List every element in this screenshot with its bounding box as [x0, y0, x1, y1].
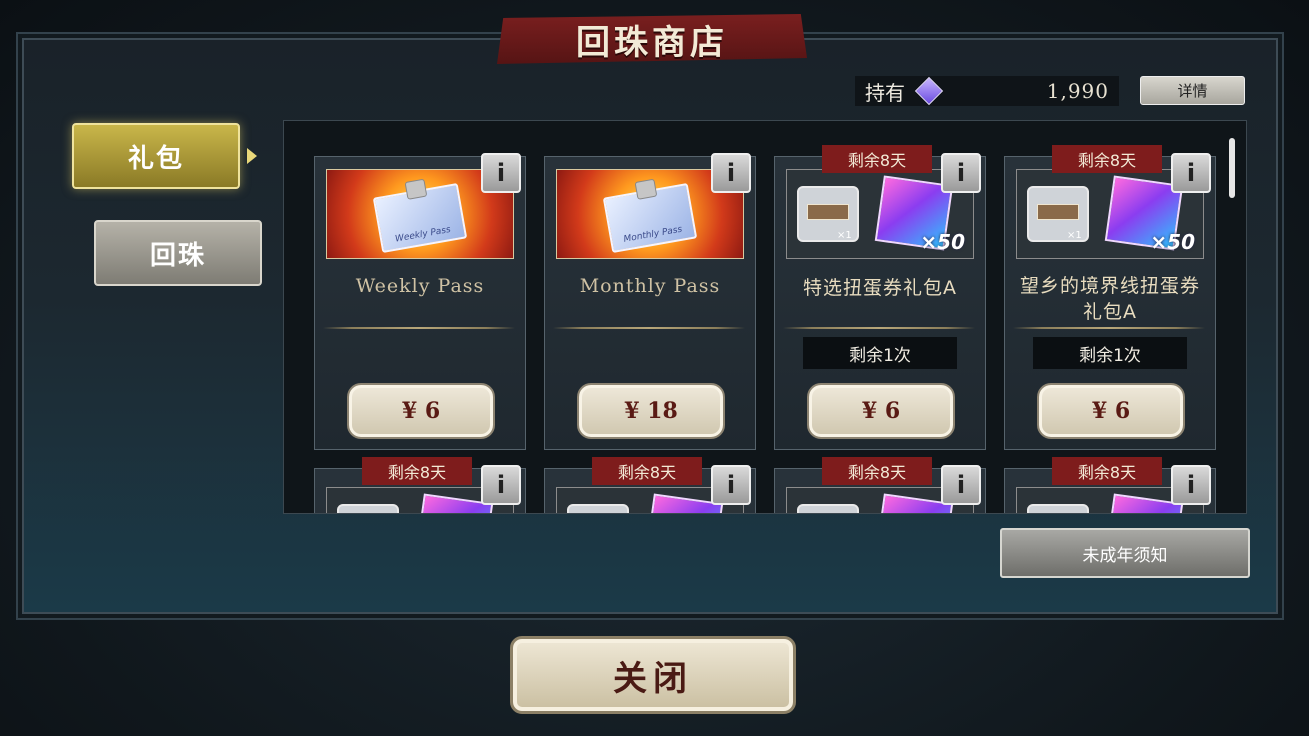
- gacha-ticket-icon: [337, 504, 399, 513]
- product-card-weekly[interactable]: Weekly Pass i Weekly Pass ¥ 6: [314, 153, 526, 450]
- gacha-ticket-icon: [797, 504, 859, 513]
- purchase-limit: 剩余1次: [803, 337, 957, 369]
- info-button[interactable]: i: [1171, 465, 1211, 505]
- info-button[interactable]: i: [941, 153, 981, 193]
- currency-holdings: 持有 1,990: [855, 76, 1119, 106]
- close-button[interactable]: 关闭: [510, 636, 796, 714]
- product-title: 望乡的境界线扭蛋券 礼包A: [1005, 273, 1215, 325]
- info-button[interactable]: i: [481, 465, 521, 505]
- time-remaining-badge: 剩余8天: [822, 457, 932, 485]
- gacha-ticket-icon: [1027, 504, 1089, 513]
- grid-scrollbar[interactable]: [1229, 138, 1235, 198]
- info-button[interactable]: i: [941, 465, 981, 505]
- product-card[interactable]: 剩余8天 i: [314, 457, 526, 513]
- product-title-line1: 望乡的境界线扭蛋券: [1019, 275, 1200, 297]
- info-button[interactable]: i: [1171, 153, 1211, 193]
- gacha-ticket-icon: [567, 504, 629, 513]
- product-card-gacha-b[interactable]: ×1 ×50 剩余8天 i 望乡的境界线扭蛋券 礼包A 剩余1次 ¥ 6: [1004, 145, 1216, 450]
- product-title-line2: 礼包A: [1083, 301, 1137, 323]
- holdings-amount: 1,990: [1046, 79, 1109, 103]
- price-button[interactable]: ¥ 6: [1037, 383, 1185, 439]
- product-card-monthly[interactable]: Monthly Pass i Monthly Pass ¥ 18: [544, 153, 756, 450]
- pass-ticket-text: Weekly Pass: [394, 224, 452, 245]
- product-card-gacha-a[interactable]: ×1 ×50 剩余8天 i 特选扭蛋券礼包A 剩余1次 ¥ 6: [774, 145, 986, 450]
- holdings-label: 持有: [865, 80, 905, 105]
- pass-ticket-icon: Weekly Pass: [372, 178, 468, 254]
- active-tab-arrow-icon: [247, 148, 257, 164]
- gem-icon: [914, 76, 944, 106]
- product-card[interactable]: 剩余8天 i: [544, 457, 756, 513]
- pass-ticket-icon: Monthly Pass: [602, 178, 698, 254]
- product-grid[interactable]: Weekly Pass i Weekly Pass ¥ 6 Monthly Pa…: [283, 120, 1247, 514]
- cube-quantity: ×50: [920, 230, 965, 254]
- divider: [323, 327, 515, 329]
- price-button[interactable]: ¥ 18: [577, 383, 725, 439]
- time-remaining-badge: 剩余8天: [1052, 145, 1162, 173]
- cube-quantity: ×50: [1150, 230, 1195, 254]
- product-title: Weekly Pass: [355, 275, 485, 297]
- minor-notice-button[interactable]: 未成年须知: [1000, 528, 1250, 578]
- divider: [1013, 327, 1205, 329]
- product-title: Monthly Pass: [579, 275, 721, 297]
- divider: [553, 327, 745, 329]
- time-remaining-badge: 剩余8天: [1052, 457, 1162, 485]
- ticket-quantity: ×1: [837, 230, 852, 241]
- purchase-limit: 剩余1次: [1033, 337, 1187, 369]
- price-button[interactable]: ¥ 6: [347, 383, 495, 439]
- info-button[interactable]: i: [711, 465, 751, 505]
- ticket-quantity: ×1: [1067, 230, 1082, 241]
- page-title: 回珠商店: [497, 14, 807, 64]
- time-remaining-badge: 剩余8天: [822, 145, 932, 173]
- product-title: 特选扭蛋券礼包A: [803, 277, 957, 299]
- product-card[interactable]: 剩余8天 i: [1004, 457, 1216, 513]
- price-button[interactable]: ¥ 6: [807, 383, 955, 439]
- tab-beads[interactable]: 回珠: [94, 220, 262, 286]
- product-card[interactable]: 剩余8天 i: [774, 457, 986, 513]
- tab-packs[interactable]: 礼包: [72, 123, 240, 189]
- divider: [783, 327, 975, 329]
- info-button[interactable]: i: [481, 153, 521, 193]
- time-remaining-badge: 剩余8天: [362, 457, 472, 485]
- pass-ticket-text: Monthly Pass: [622, 224, 683, 245]
- details-button[interactable]: 详情: [1140, 76, 1245, 105]
- info-button[interactable]: i: [711, 153, 751, 193]
- time-remaining-badge: 剩余8天: [592, 457, 702, 485]
